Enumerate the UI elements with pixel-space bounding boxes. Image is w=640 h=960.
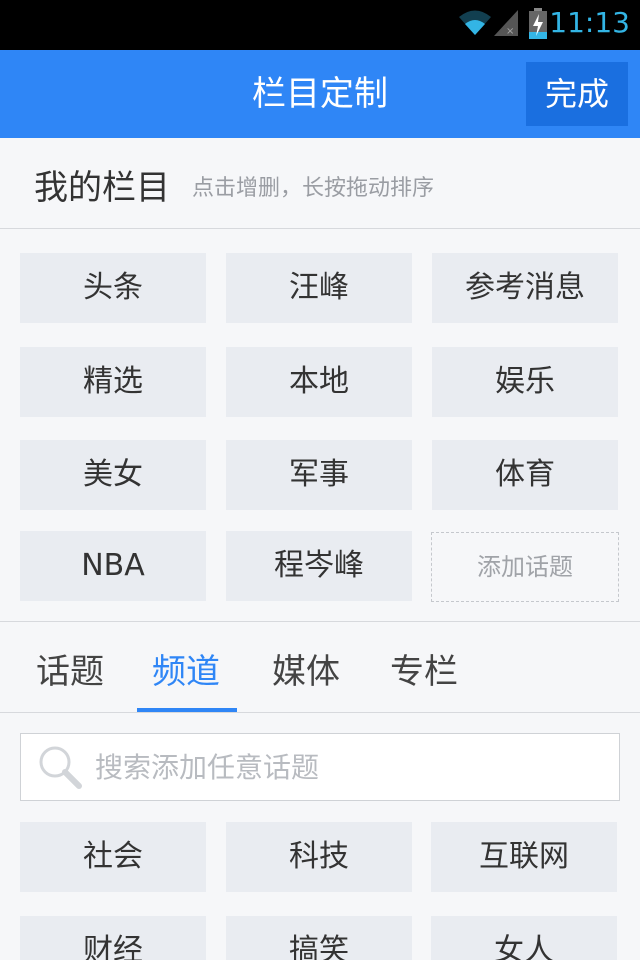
channel-item[interactable]: 科技: [226, 822, 412, 892]
search-box[interactable]: [20, 733, 620, 801]
column-item[interactable]: 本地: [226, 347, 412, 417]
battery-charging-icon: [529, 8, 547, 39]
tab-media[interactable]: 媒体: [272, 644, 340, 693]
search-icon: [39, 746, 82, 789]
column-item[interactable]: 娱乐: [432, 347, 618, 417]
channel-item[interactable]: 女人: [431, 916, 617, 960]
column-item[interactable]: 军事: [226, 440, 412, 510]
column-item[interactable]: NBA: [20, 531, 206, 601]
done-button[interactable]: 完成: [526, 62, 628, 126]
my-columns-header: 我的栏目 点击增删，长按拖动排序: [0, 138, 640, 229]
column-item[interactable]: 体育: [432, 440, 618, 510]
tab-columns[interactable]: 专栏: [390, 644, 458, 693]
channel-item[interactable]: 财经: [20, 916, 206, 960]
tab-channels[interactable]: 频道: [152, 644, 220, 693]
column-item[interactable]: 头条: [20, 253, 206, 323]
my-columns-heading: 我的栏目: [34, 168, 170, 208]
channel-item[interactable]: 互联网: [431, 822, 617, 892]
header-bar: 栏目定制 完成: [0, 50, 640, 138]
active-tab-indicator: [137, 708, 237, 712]
status-time: 11:13: [549, 6, 630, 39]
column-item[interactable]: 美女: [20, 440, 206, 510]
column-item[interactable]: 参考消息: [432, 253, 618, 323]
svg-text:×: ×: [506, 26, 514, 37]
wifi-icon: [459, 10, 491, 35]
column-item[interactable]: 汪峰: [226, 253, 412, 323]
channel-item[interactable]: 搞笑: [226, 916, 412, 960]
column-item[interactable]: 精选: [20, 347, 206, 417]
column-item[interactable]: 程岑峰: [226, 531, 412, 601]
status-bar: × 11:13: [0, 0, 640, 50]
signal-icon: ×: [494, 10, 518, 37]
my-columns-hint: 点击增删，长按拖动排序: [192, 176, 435, 201]
tab-topics[interactable]: 话题: [36, 644, 104, 693]
channel-item[interactable]: 社会: [20, 822, 206, 892]
search-input[interactable]: [93, 744, 597, 790]
category-tabs: 话题 频道 媒体 专栏: [0, 622, 640, 713]
add-topic-button[interactable]: 添加话题: [431, 532, 619, 602]
